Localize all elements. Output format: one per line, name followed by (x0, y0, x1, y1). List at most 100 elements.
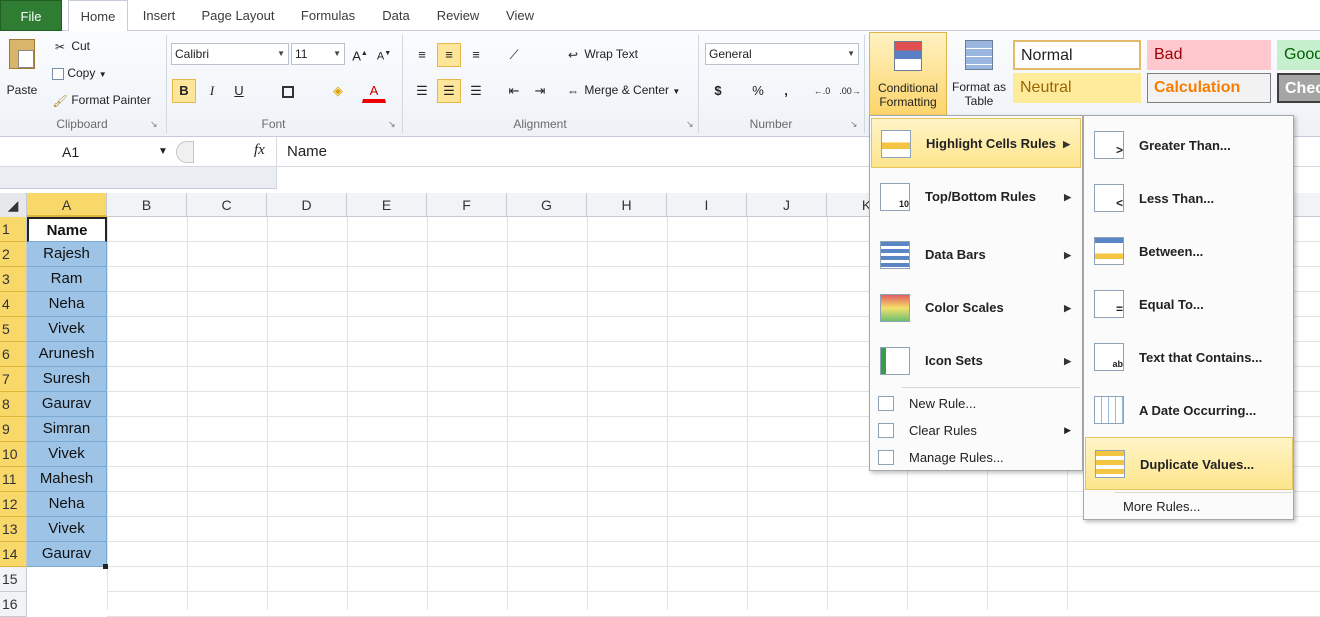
menu-label: Icon Sets (925, 353, 983, 368)
row-header-6[interactable]: 6 (0, 342, 27, 367)
data-bars-icon (880, 241, 910, 269)
row-header-2[interactable]: 2 (0, 242, 27, 267)
menu-separator (902, 387, 1080, 388)
row-header-10[interactable]: 10 (0, 442, 27, 467)
greater-than-icon: > (1094, 131, 1124, 159)
table-cell[interactable]: Simran (27, 417, 107, 442)
submenu-text-contains[interactable]: ab Text that Contains... (1085, 331, 1293, 384)
row-header-4[interactable]: 4 (0, 292, 27, 317)
gridline (107, 217, 108, 610)
cell-a1-header[interactable]: Name (27, 217, 107, 242)
highlight-cells-icon (881, 130, 911, 158)
submenu-less-than[interactable]: < Less Than... (1085, 172, 1293, 225)
gridline (187, 217, 188, 610)
menu-label: Greater Than... (1139, 138, 1231, 153)
row-header-9[interactable]: 9 (0, 417, 27, 442)
row-header-8[interactable]: 8 (0, 392, 27, 417)
menu-label: New Rule... (909, 396, 977, 411)
table-cell[interactable]: Suresh (27, 367, 107, 392)
gridline (267, 217, 268, 610)
table-cell[interactable]: Gaurav (27, 392, 107, 417)
menu-item-color-scales[interactable]: Color Scales ▶ (871, 283, 1081, 333)
gridline (507, 217, 508, 610)
between-icon (1094, 237, 1124, 265)
row-header-11[interactable]: 11 (0, 467, 27, 492)
menu-label: Between... (1139, 244, 1204, 259)
gridline (667, 217, 668, 610)
gridline (587, 217, 588, 610)
menu-item-icon-sets[interactable]: Icon Sets ▶ (871, 336, 1081, 386)
submenu-duplicate-values[interactable]: Duplicate Values... (1085, 437, 1293, 490)
gridline (827, 217, 828, 610)
menu-label: Clear Rules (909, 423, 977, 438)
row-header-12[interactable]: 12 (0, 492, 27, 517)
submenu-more-rules[interactable]: More Rules... (1085, 493, 1293, 520)
calendar-icon (1094, 396, 1124, 424)
chevron-right-icon: ▶ (1064, 303, 1071, 313)
table-cell[interactable]: Vivek (27, 317, 107, 342)
menu-label: More Rules... (1123, 499, 1201, 514)
table-cell[interactable]: Arunesh (27, 342, 107, 367)
table-cell[interactable]: Vivek (27, 517, 107, 542)
menu-label: Highlight Cells Rules (926, 136, 1057, 151)
icon-sets-icon (880, 347, 910, 375)
row-header-7[interactable]: 7 (0, 367, 27, 392)
equal-to-icon: = (1094, 290, 1124, 318)
row-header-3[interactable]: 3 (0, 267, 27, 292)
less-than-icon: < (1094, 184, 1124, 212)
menu-label: Color Scales (925, 300, 1004, 315)
table-cell[interactable]: Vivek (27, 442, 107, 467)
table-cell[interactable]: Neha (27, 492, 107, 517)
row-header-15[interactable]: 15 (0, 567, 27, 592)
submenu-between[interactable]: Between... (1085, 225, 1293, 278)
gridline (347, 217, 348, 610)
gridline (107, 591, 1320, 592)
gridline (747, 217, 748, 610)
menu-item-manage-rules[interactable]: Manage Rules... (871, 444, 1081, 471)
menu-label: Duplicate Values... (1140, 457, 1255, 472)
duplicate-values-icon (1095, 450, 1125, 478)
submenu-greater-than[interactable]: > Greater Than... (1085, 119, 1293, 172)
menu-label: Text that Contains... (1139, 350, 1263, 365)
fill-handle[interactable] (103, 564, 108, 569)
chevron-right-icon: ▶ (1064, 192, 1071, 202)
gridline (427, 217, 428, 610)
chevron-right-icon: ▶ (1064, 250, 1071, 260)
submenu-date-occurring[interactable]: A Date Occurring... (1085, 384, 1293, 437)
menu-item-top-bottom-rules[interactable]: 10 Top/Bottom Rules ▶ (871, 172, 1081, 222)
table-cell[interactable]: Ram (27, 267, 107, 292)
top-bottom-icon: 10 (880, 183, 910, 211)
menu-item-data-bars[interactable]: Data Bars ▶ (871, 230, 1081, 280)
manage-rules-icon (878, 450, 894, 465)
highlight-cells-submenu: > Greater Than... < Less Than... Between… (1083, 115, 1294, 520)
menu-item-new-rule[interactable]: New Rule... (871, 390, 1081, 417)
menu-item-clear-rules[interactable]: Clear Rules ▶ (871, 417, 1081, 444)
menu-label: Less Than... (1139, 191, 1215, 206)
table-cell[interactable]: Rajesh (27, 242, 107, 267)
menu-label: Manage Rules... (909, 450, 1004, 465)
gridline (107, 541, 1320, 542)
submenu-equal-to[interactable]: = Equal To... (1085, 278, 1293, 331)
gridline (107, 566, 1320, 567)
row-header-5[interactable]: 5 (0, 317, 27, 342)
row-header-14[interactable]: 14 (0, 542, 27, 567)
row-header-16[interactable]: 16 (0, 592, 27, 617)
table-cell[interactable]: Neha (27, 292, 107, 317)
eraser-icon (878, 423, 894, 438)
menu-item-highlight-cells-rules[interactable]: Highlight Cells Rules ▶ (871, 118, 1081, 168)
row-header-1[interactable]: 1 (0, 217, 27, 242)
text-contains-icon: ab (1094, 343, 1124, 371)
chevron-right-icon: ▶ (1064, 356, 1071, 366)
chevron-right-icon: ▶ (1063, 139, 1070, 149)
menu-label: Data Bars (925, 247, 986, 262)
table-cell[interactable]: Gaurav (27, 542, 107, 567)
color-scales-icon (880, 294, 910, 322)
menu-label: Equal To... (1139, 297, 1204, 312)
chevron-right-icon: ▶ (1064, 425, 1071, 435)
new-rule-icon (878, 396, 894, 411)
table-cell[interactable]: Mahesh (27, 467, 107, 492)
menu-label: A Date Occurring... (1139, 403, 1257, 418)
conditional-formatting-menu: Highlight Cells Rules ▶ 10 Top/Bottom Ru… (869, 115, 1083, 471)
row-header-13[interactable]: 13 (0, 517, 27, 542)
menu-label: Top/Bottom Rules (925, 189, 1036, 204)
